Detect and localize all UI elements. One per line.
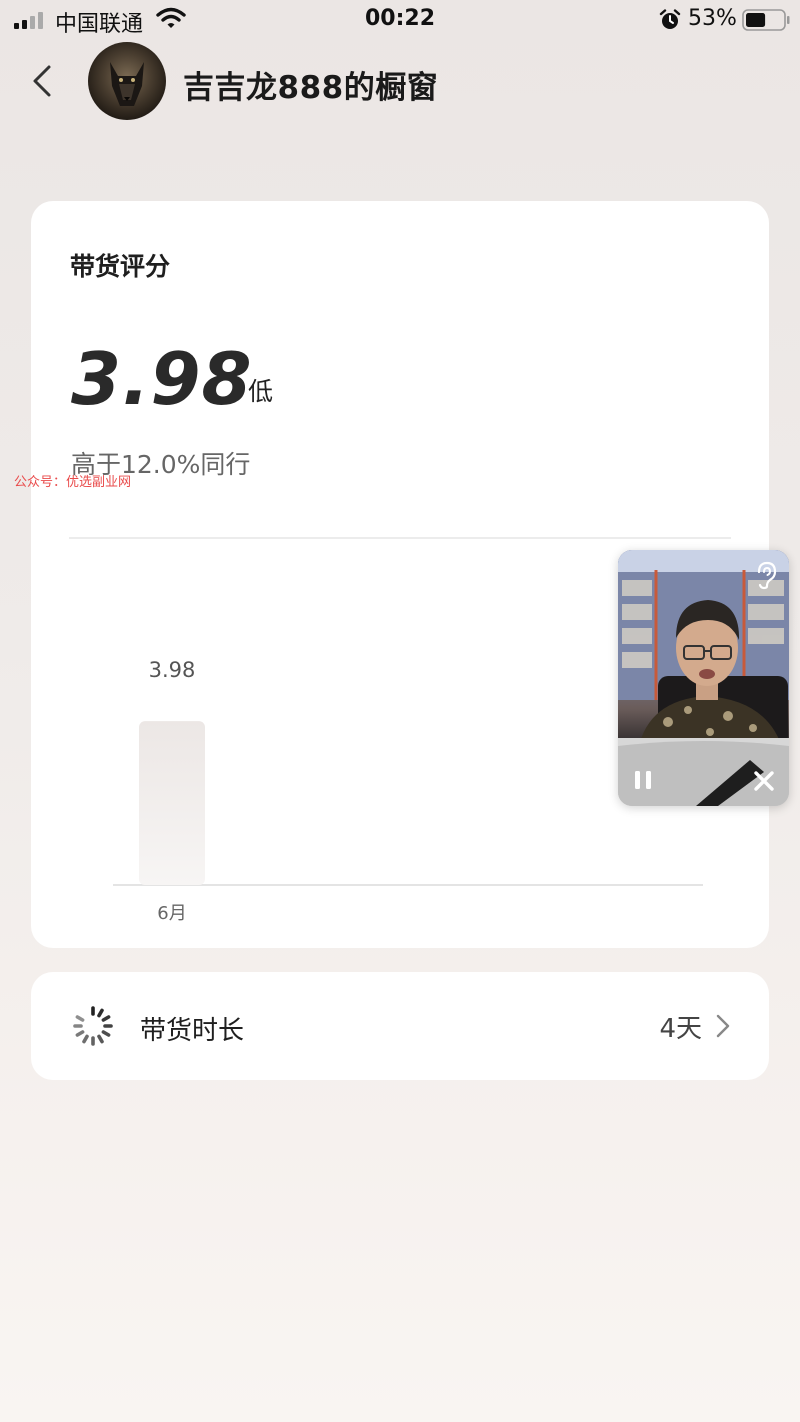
alarm-icon	[659, 9, 681, 29]
duration-label: 带货时长	[140, 1016, 245, 1046]
pause-icon[interactable]	[632, 768, 654, 792]
close-icon[interactable]	[753, 770, 775, 792]
duration-row[interactable]: 带货时长 4天	[31, 972, 769, 1080]
ear-icon[interactable]	[753, 560, 779, 590]
chevron-left-icon	[33, 65, 51, 97]
score-value: 3.98	[71, 337, 253, 421]
spinner-icon	[73, 1006, 113, 1046]
battery-icon	[742, 9, 790, 31]
divider	[69, 537, 731, 539]
chart-data-label: 3.98	[149, 658, 196, 682]
chart-x-tick-label: 6月	[157, 903, 186, 924]
battery-percent: 53%	[688, 6, 737, 31]
chevron-right-icon	[716, 1014, 730, 1038]
page-title: 吉吉龙888的橱窗	[183, 70, 439, 106]
score-card-title: 带货评分	[70, 252, 171, 281]
duration-value: 4天	[659, 1014, 702, 1044]
score-level: 低	[248, 377, 274, 406]
floating-video-player[interactable]	[618, 550, 789, 806]
wolf-avatar-image	[110, 62, 144, 106]
status-bar: 中国联通 00:22 53%	[0, 0, 800, 40]
watermark-text: 公众号：优选副业网	[14, 475, 132, 490]
back-button[interactable]	[22, 58, 62, 104]
avatar[interactable]	[88, 42, 166, 120]
chart-bar	[139, 721, 205, 885]
